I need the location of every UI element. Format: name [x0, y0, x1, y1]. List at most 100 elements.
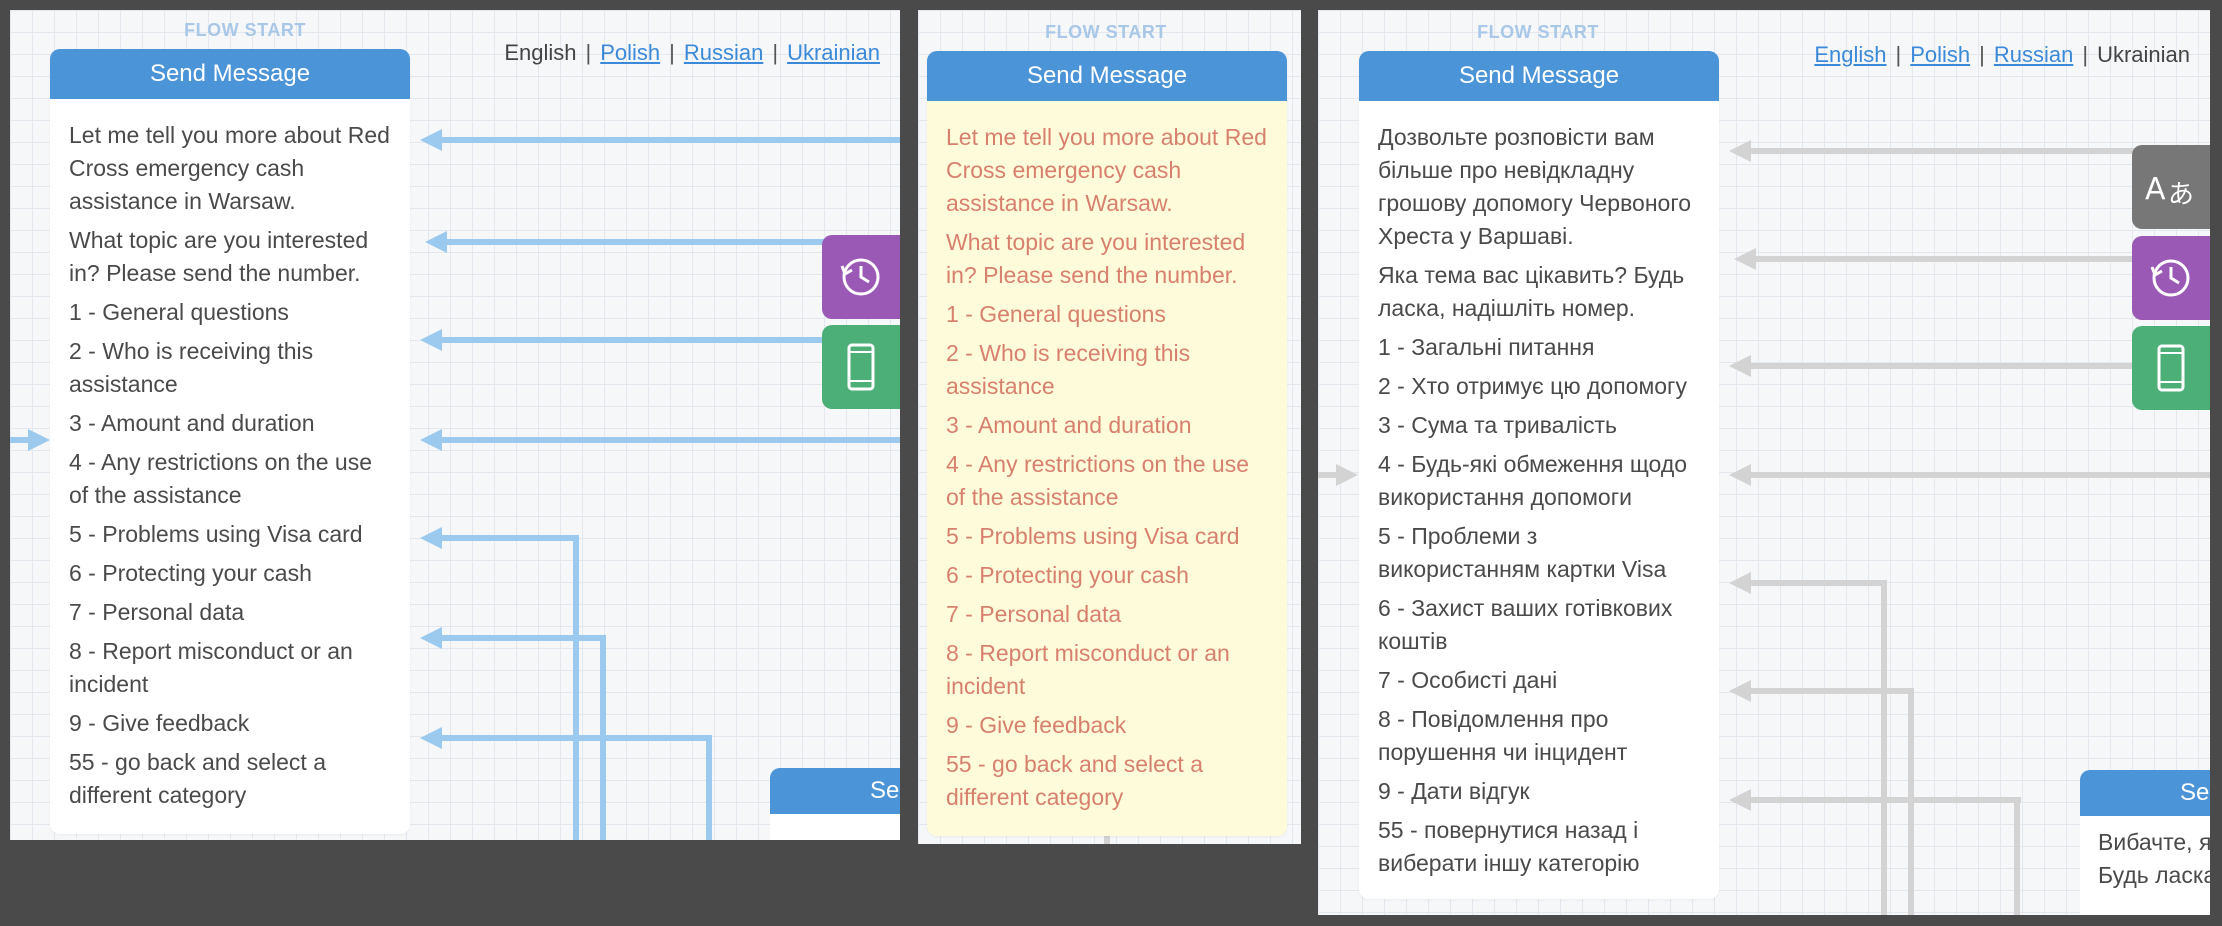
flow-canvas-ukrainian[interactable]: FLOW START English | Polish | Russian | Ukrain…: [1318, 10, 2210, 915]
connector-arrowhead: [420, 129, 442, 151]
menu-option: 55 - повернутися назад і виберати іншу к…: [1378, 817, 1640, 876]
connector-arrowhead: [420, 329, 442, 351]
card-title: Send Message: [50, 49, 410, 99]
menu-option: 2 - Хто отримує цю допомогу: [1378, 373, 1687, 399]
connector-line: [1751, 688, 1914, 694]
menu-option: 9 - Дати відгук: [1378, 778, 1530, 804]
menu-option: 1 - General questions: [69, 299, 289, 325]
message-line: Дозвольте розповісти вам більше про неві…: [1378, 124, 1691, 249]
menu-option: 9 - Give feedback: [69, 710, 250, 736]
connector-line: [1751, 797, 2021, 803]
translate-button[interactable]: Aあ: [2132, 145, 2210, 229]
menu-option: 8 - Report misconduct or an incident: [946, 640, 1230, 699]
connector-line: [442, 535, 579, 541]
menu-option: 4 - Any restrictions on the use of the a…: [946, 451, 1249, 510]
history-icon: [2150, 259, 2190, 297]
message-body: Let me tell you more about Red Cross eme…: [50, 99, 410, 812]
menu-option: 55 - go back and select a different cate…: [946, 751, 1203, 810]
menu-option: 6 - Protecting your cash: [69, 560, 312, 586]
device-button[interactable]: [2132, 326, 2210, 410]
message-line: Let me tell you more about Red Cross eme…: [946, 124, 1267, 216]
language-switcher: English | Polish | Russian | Ukrainian: [504, 40, 880, 65]
connector-arrowhead: [420, 727, 442, 749]
message-line: Яка тема вас цікавить? Будь ласка, надіш…: [1378, 262, 1685, 321]
menu-option: 9 - Give feedback: [946, 712, 1127, 738]
menu-option: 4 - Any restrictions on the use of the a…: [69, 449, 372, 508]
connector-arrowhead: [420, 627, 442, 649]
svg-text:あ: あ: [2168, 180, 2194, 209]
language-link-russian[interactable]: Russian: [1994, 42, 2073, 67]
translate-icon: Aあ: [2145, 172, 2194, 209]
history-icon: [840, 258, 880, 296]
connector-arrowhead: [420, 527, 442, 549]
next-card-line: Будь ласка: [2098, 862, 2210, 888]
flow-canvas-highlighted[interactable]: FLOW START Send Message Let me tell you …: [918, 10, 1301, 844]
menu-option: 1 - General questions: [946, 301, 1166, 327]
menu-option: 8 - Повідомлення про порушення чи інциде…: [1378, 706, 1628, 765]
menu-option: 7 - Особисті дані: [1378, 667, 1558, 693]
device-button[interactable]: [822, 325, 900, 409]
menu-option: 8 - Report misconduct or an incident: [69, 638, 353, 697]
connector-arrowhead: [425, 231, 447, 253]
menu-option: 3 - Сума та тривалість: [1378, 412, 1618, 438]
send-message-card[interactable]: Send Message Let me tell you more about …: [50, 49, 410, 834]
flow-start-label: FLOW START: [1045, 22, 1167, 42]
connector-line: [573, 535, 579, 840]
send-message-card-highlighted[interactable]: Send Message Let me tell you more about …: [927, 51, 1287, 836]
flow-canvas-english[interactable]: FLOW START English | Polish | Russian | Ukrain…: [10, 10, 900, 840]
message-line: Let me tell you more about Red Cross eme…: [69, 122, 390, 214]
flow-entry-arrowhead: [1336, 464, 1358, 486]
menu-option: 5 - Problems using Visa card: [69, 521, 363, 547]
connector-arrowhead: [1734, 248, 1756, 270]
connector-arrowhead: [420, 429, 442, 451]
menu-option: 2 - Who is receiving this assistance: [946, 340, 1191, 399]
history-button[interactable]: [822, 235, 900, 319]
menu-option: 1 - Загальні питання: [1378, 334, 1595, 360]
message-body: Let me tell you more about Red Cross eme…: [927, 101, 1287, 814]
language-link-english[interactable]: English: [1814, 42, 1886, 67]
connector-arrowhead: [1729, 140, 1751, 162]
connector-arrowhead: [1729, 464, 1751, 486]
next-send-message-card[interactable]: Se Вибачте, я Будь ласка: [2080, 770, 2210, 915]
connector-line: [2014, 797, 2020, 915]
send-message-card[interactable]: Send Message Дозвольте розповісти вам бі…: [1359, 51, 1719, 899]
card-title: Send Message: [1359, 51, 1719, 101]
menu-option: 55 - go back and select a different cate…: [69, 749, 326, 808]
next-card-title: Se: [770, 768, 900, 814]
flow-entry-arrowhead: [28, 429, 50, 451]
next-card-title: Se: [2080, 770, 2210, 816]
svg-text:A: A: [2145, 172, 2166, 207]
connector-line: [706, 735, 712, 840]
connector-line: [10, 437, 28, 443]
connector-line: [1751, 472, 2210, 478]
menu-option: 7 - Personal data: [69, 599, 245, 625]
mobile-phone-icon: [847, 343, 875, 391]
menu-option: 3 - Amount and duration: [946, 412, 1192, 438]
connector-line: [1751, 363, 2151, 369]
language-ukrainian-current: Ukrainian: [2097, 42, 2190, 67]
connector-line: [442, 635, 606, 641]
menu-option: 6 - Захист ваших готівкових коштів: [1378, 595, 1673, 654]
language-link-polish[interactable]: Polish: [600, 40, 660, 65]
language-link-polish[interactable]: Polish: [1910, 42, 1970, 67]
connector-line: [442, 437, 900, 443]
menu-option: 5 - Проблеми з використанням картки Visa: [1378, 523, 1667, 582]
menu-option: 6 - Protecting your cash: [946, 562, 1189, 588]
connector-arrowhead: [1729, 572, 1751, 594]
menu-option: 7 - Personal data: [946, 601, 1122, 627]
menu-option: 2 - Who is receiving this assistance: [69, 338, 314, 397]
menu-option: 3 - Amount and duration: [69, 410, 315, 436]
connector-line: [1881, 580, 1887, 915]
connector-line: [1751, 580, 1887, 586]
language-link-ukrainian[interactable]: Ukrainian: [787, 40, 880, 65]
flow-start-label: FLOW START: [1477, 22, 1599, 42]
connector-line: [1756, 256, 2156, 262]
history-button[interactable]: [2132, 236, 2210, 320]
next-send-message-card[interactable]: Se: [770, 768, 900, 840]
language-link-russian[interactable]: Russian: [684, 40, 763, 65]
connector-arrowhead: [1729, 789, 1751, 811]
menu-option: 5 - Problems using Visa card: [946, 523, 1240, 549]
connector-line: [442, 337, 842, 343]
connector-line: [442, 735, 712, 741]
mobile-phone-icon: [2157, 344, 2185, 392]
